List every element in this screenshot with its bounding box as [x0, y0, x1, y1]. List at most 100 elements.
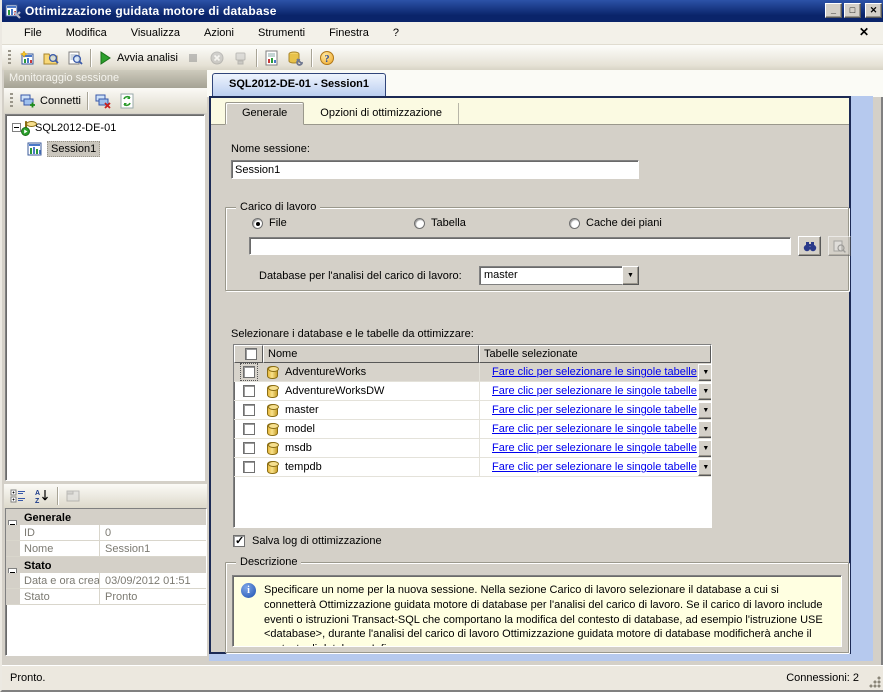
table-row[interactable]: master Fare clic per selezionare le sing…: [234, 401, 711, 420]
radio-selected-icon: [252, 218, 263, 229]
property-row[interactable]: Nome Session1: [6, 541, 206, 557]
table-row[interactable]: msdb Fare clic per selezionare le singol…: [234, 439, 711, 458]
menu-visualizza[interactable]: Visualizza: [119, 24, 192, 42]
property-row[interactable]: Stato Pronto: [6, 589, 206, 605]
workload-group-label: Carico di lavoro: [236, 201, 320, 213]
preview-file-button: [828, 236, 851, 256]
property-category[interactable]: Stato: [6, 557, 206, 573]
property-row[interactable]: Data e ora crea 03/09/2012 01:51: [6, 573, 206, 589]
property-grid: Generale ID 0 Nome Session1 Stato Data e…: [5, 508, 207, 656]
session-monitor-toolbar: Connetti: [4, 88, 207, 113]
select-tables-link[interactable]: Fare clic per selezionare le singole tab…: [492, 385, 697, 397]
save-log-checkbox[interactable]: [233, 535, 245, 547]
column-header-tabelle[interactable]: Tabelle selezionate: [479, 345, 711, 363]
select-tables-link[interactable]: Fare clic per selezionare le singole tab…: [492, 366, 697, 378]
table-row[interactable]: AdventureWorks Fare clic per selezionare…: [234, 363, 711, 382]
workload-plancache-radio[interactable]: Cache dei piani: [569, 217, 662, 229]
close-document-icon[interactable]: ✕: [859, 25, 869, 39]
database-icon: [267, 461, 278, 474]
menu-help[interactable]: ?: [381, 24, 411, 42]
svg-text:A: A: [35, 490, 40, 497]
select-tables-link[interactable]: Fare clic per selezionare le singole tab…: [492, 461, 697, 473]
row-checkbox[interactable]: [243, 442, 255, 454]
start-analysis-label: Avvia analisi: [117, 52, 178, 64]
menu-modifica[interactable]: Modifica: [54, 24, 119, 42]
property-row[interactable]: ID 0: [6, 525, 206, 541]
open-session-button[interactable]: [39, 47, 63, 69]
disconnect-button[interactable]: [91, 90, 115, 112]
browse-file-button[interactable]: [798, 236, 821, 256]
chevron-down-icon[interactable]: ▼: [698, 459, 712, 476]
chevron-down-icon[interactable]: ▼: [698, 402, 712, 419]
database-name: AdventureWorks: [285, 366, 366, 378]
menu-file[interactable]: File: [12, 24, 54, 42]
collapse-icon[interactable]: [12, 123, 21, 132]
start-analysis-button[interactable]: Avvia analisi: [94, 47, 181, 69]
toolbar-separator: [90, 49, 91, 67]
database-name: AdventureWorksDW: [285, 385, 384, 397]
save-log-checkbox-row[interactable]: Salva log di ottimizzazione: [233, 535, 382, 547]
select-all-checkbox[interactable]: [245, 348, 257, 360]
tree-node-server-label[interactable]: SQL2012-DE-01: [32, 121, 119, 135]
view-report-button[interactable]: [63, 47, 87, 69]
menu-strumenti[interactable]: Strumenti: [246, 24, 317, 42]
categorized-view-button[interactable]: [6, 485, 30, 507]
workload-table-radio[interactable]: Tabella: [414, 217, 466, 229]
row-checkbox[interactable]: [243, 366, 255, 378]
chevron-down-icon[interactable]: ▼: [698, 421, 712, 438]
radio-icon: [569, 218, 580, 229]
row-checkbox[interactable]: [243, 423, 255, 435]
select-tables-link[interactable]: Fare clic per selezionare le singole tab…: [492, 423, 697, 435]
save-log-label: Salva log di ottimizzazione: [252, 535, 382, 547]
table-row[interactable]: tempdb Fare clic per selezionare le sing…: [234, 458, 711, 477]
tuning-options-button[interactable]: [284, 47, 308, 69]
title-bar: Ottimizzazione guidata motore di databas…: [2, 0, 883, 22]
session-name-input[interactable]: [231, 160, 639, 179]
row-checkbox[interactable]: [243, 385, 255, 397]
select-all-header[interactable]: [234, 345, 263, 363]
apply-recommendations-button: [229, 47, 253, 69]
close-button[interactable]: ✕: [865, 3, 882, 18]
workload-file-input[interactable]: [249, 237, 791, 255]
row-checkbox[interactable]: [243, 461, 255, 473]
property-category[interactable]: Generale: [6, 509, 206, 525]
table-row[interactable]: AdventureWorksDW Fare clic per seleziona…: [234, 382, 711, 401]
refresh-button[interactable]: [115, 90, 139, 112]
main-toolbar: Avvia analisi: [2, 45, 883, 70]
minimize-button[interactable]: _: [825, 3, 842, 18]
application-window: Ottimizzazione guidata motore di databas…: [0, 0, 883, 692]
resize-grip[interactable]: [869, 676, 881, 688]
new-session-button[interactable]: [15, 47, 39, 69]
session-editor: Generale Opzioni di ottimizzazione Nome …: [209, 96, 851, 654]
select-tables-link[interactable]: Fare clic per selezionare le singole tab…: [492, 442, 697, 454]
select-tables-link[interactable]: Fare clic per selezionare le singole tab…: [492, 404, 697, 416]
menu-azioni[interactable]: Azioni: [192, 24, 246, 42]
tree-node-session-label[interactable]: Session1: [47, 141, 100, 157]
column-header-nome[interactable]: Nome: [263, 345, 479, 363]
menu-finestra[interactable]: Finestra: [317, 24, 381, 42]
workload-database-select[interactable]: master ▼: [479, 266, 639, 285]
tree-node-server[interactable]: SQL2012-DE-01: [6, 119, 204, 136]
document-tab[interactable]: SQL2012-DE-01 - Session1: [212, 73, 386, 97]
workload-file-radio[interactable]: File: [252, 217, 287, 229]
help-button[interactable]: ?: [315, 47, 339, 69]
description-box: i Specificare un nome per la nuova sessi…: [232, 575, 842, 647]
select-databases-label: Selezionare i database e le tabelle da o…: [231, 328, 474, 340]
alphabetical-sort-button[interactable]: A Z: [30, 485, 54, 507]
chevron-down-icon[interactable]: ▼: [698, 440, 712, 457]
chevron-down-icon[interactable]: ▼: [698, 383, 712, 400]
toolbar-grip[interactable]: [7, 50, 12, 66]
table-row[interactable]: model Fare clic per selezionare le singo…: [234, 420, 711, 439]
tree-node-session[interactable]: Session1: [6, 140, 204, 157]
chevron-down-icon[interactable]: ▼: [622, 266, 639, 285]
toolbar-grip[interactable]: [9, 93, 14, 109]
connect-button[interactable]: Connetti: [17, 90, 84, 112]
row-checkbox[interactable]: [243, 404, 255, 416]
tab-opzioni[interactable]: Opzioni di ottimizzazione: [304, 103, 459, 124]
chevron-down-icon[interactable]: ▼: [698, 364, 712, 381]
stop-analysis-button: [181, 47, 205, 69]
tab-generale[interactable]: Generale: [225, 102, 304, 125]
maximize-button[interactable]: □: [844, 3, 861, 18]
status-message: Pronto.: [2, 672, 45, 684]
reports-button[interactable]: [260, 47, 284, 69]
